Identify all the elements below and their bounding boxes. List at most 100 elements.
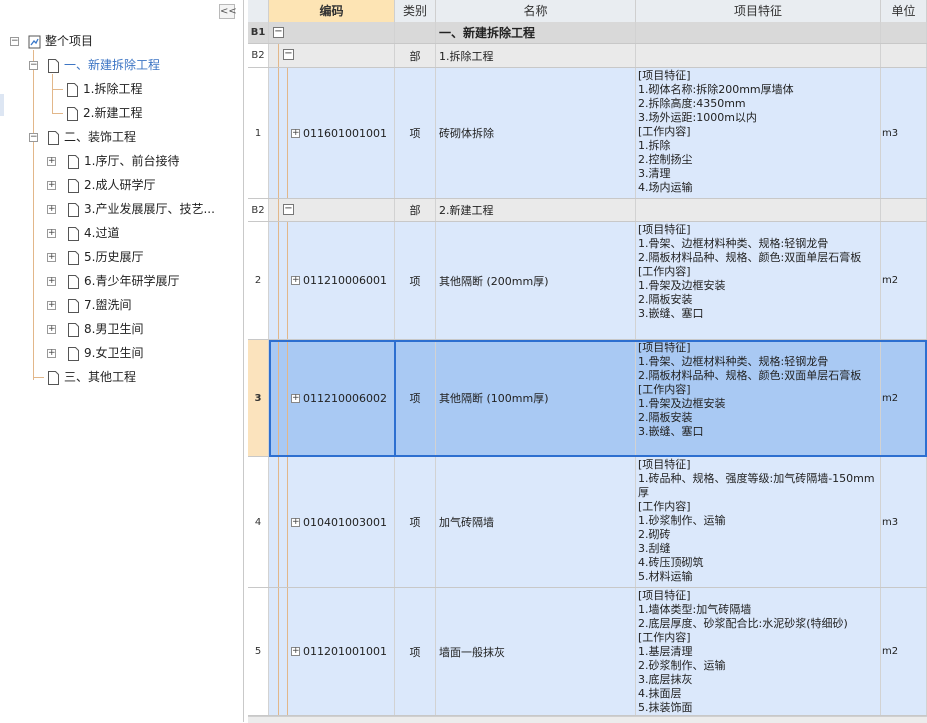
tree-node-lobby[interactable]: + 1.序厅、前台接待 xyxy=(47,149,179,173)
type-cell[interactable]: 项 xyxy=(395,222,436,339)
name-cell[interactable]: 其他隔断 (100mm厚) xyxy=(436,340,636,456)
tree-root[interactable]: − 整个项目 xyxy=(10,29,93,53)
feature-cell[interactable]: [项目特征] 1.砌体名称:拆除200mm厚墙体 2.拆除高度:4350mm 3.场外… xyxy=(636,68,881,198)
code-cell[interactable]: +011210006002 xyxy=(269,340,395,456)
header-unit[interactable]: 单位 xyxy=(881,0,927,22)
name-cell[interactable]: 墙面一般抹灰 xyxy=(436,588,636,715)
code-cell[interactable]: +011210006001 xyxy=(269,222,395,339)
code-cell[interactable]: +010401003001 xyxy=(269,457,395,587)
code-cell[interactable]: − xyxy=(269,44,395,67)
expand-toggle[interactable]: + xyxy=(291,128,300,138)
expand-toggle[interactable]: + xyxy=(47,181,56,190)
tree-node-new-demolition[interactable]: − 一、新建拆除工程 xyxy=(29,53,160,77)
tree-node-womens-restroom[interactable]: + 9.女卫生间 xyxy=(47,341,143,365)
unit-cell[interactable] xyxy=(881,22,927,43)
feature-cell[interactable] xyxy=(636,44,881,67)
table-row-selected[interactable]: 3 +011210006002 项 其他隔断 (100mm厚) [项目特征] 1.… xyxy=(248,340,927,457)
name-cell[interactable]: 其他隔断 (200mm厚) xyxy=(436,222,636,339)
unit-cell[interactable]: m2 xyxy=(881,222,927,339)
tree-node-youth-hall[interactable]: + 6.青少年研学展厅 xyxy=(47,269,179,293)
expand-toggle[interactable]: + xyxy=(291,647,300,656)
type-cell[interactable]: 项 xyxy=(395,588,436,715)
name-cell[interactable]: 加气砖隔墙 xyxy=(436,457,636,587)
type-cell[interactable]: 部 xyxy=(395,44,436,67)
tree-node-corridor[interactable]: + 4.过道 xyxy=(47,221,119,245)
header-code[interactable]: 编码 xyxy=(269,0,395,22)
tree-node-adult-study[interactable]: + 2.成人研学厅 xyxy=(47,173,155,197)
name-cell[interactable]: 1.拆除工程 xyxy=(436,44,636,67)
unit-cell[interactable]: m2 xyxy=(881,340,927,456)
table-row[interactable]: 1 +011601001001 项 砖砌体拆除 [项目特征] 1.砌体名称:拆除2… xyxy=(248,68,927,199)
collapse-panel-button[interactable]: << xyxy=(219,4,237,19)
table-row[interactable]: B2 − 部 2.新建工程 xyxy=(248,199,927,222)
feature-cell[interactable] xyxy=(636,199,881,221)
table-row[interactable]: 5 +011201001001 项 墙面一般抹灰 [项目特征] 1.墙体类型:加气… xyxy=(248,588,927,716)
code-cell[interactable]: +011601001001 xyxy=(269,68,395,198)
table-row[interactable]: B1 − 一、新建拆除工程 xyxy=(248,22,927,44)
expand-toggle[interactable]: + xyxy=(47,157,56,166)
expand-toggle[interactable]: + xyxy=(47,277,56,286)
name-cell[interactable]: 2.新建工程 xyxy=(436,199,636,221)
expand-toggle[interactable]: + xyxy=(47,349,56,358)
tree-node-label: 1.拆除工程 xyxy=(83,82,143,96)
table-row[interactable]: 2 +011210006001 项 其他隔断 (200mm厚) [项目特征] 1.… xyxy=(248,222,927,340)
tree-node-history-hall[interactable]: + 5.历史展厅 xyxy=(47,245,143,269)
tree-node-other[interactable]: 三、其他工程 xyxy=(47,365,136,389)
header-name[interactable]: 名称 xyxy=(436,0,636,22)
expand-toggle[interactable]: + xyxy=(47,301,56,310)
type-cell[interactable]: 部 xyxy=(395,199,436,221)
type-cell[interactable]: 项 xyxy=(395,68,436,198)
tree-node-mens-restroom[interactable]: + 8.男卫生间 xyxy=(47,317,143,341)
feature-line: 1.砌体名称:拆除200mm厚墙体 xyxy=(638,83,794,96)
expand-toggle[interactable]: + xyxy=(47,325,56,334)
unit-cell[interactable] xyxy=(881,44,927,67)
tree-connector xyxy=(287,588,288,715)
feature-cell[interactable] xyxy=(636,22,881,43)
header-feature[interactable]: 项目特征 xyxy=(636,0,881,22)
collapse-toggle[interactable]: − xyxy=(273,27,284,38)
table-row[interactable]: B2 − 部 1.拆除工程 xyxy=(248,44,927,68)
tree-node-washroom[interactable]: + 7.盥洗间 xyxy=(47,293,131,317)
code-cell[interactable]: − xyxy=(269,199,395,221)
type-cell[interactable]: 项 xyxy=(395,457,436,587)
item-code: 011210006001 xyxy=(303,274,387,287)
tree-node-label: 一、新建拆除工程 xyxy=(64,58,161,72)
document-icon xyxy=(68,322,79,337)
unit-cell[interactable]: m3 xyxy=(881,457,927,587)
expand-toggle[interactable]: + xyxy=(47,205,56,214)
feature-line: [工作内容] xyxy=(638,500,691,513)
row-number: B2 xyxy=(248,199,269,221)
collapse-toggle[interactable]: − xyxy=(283,49,294,60)
feature-cell[interactable]: [项目特征] 1.骨架、边框材料种类、规格:轻钢龙骨 2.隔板材料品种、规格、颜色:… xyxy=(636,340,881,456)
code-cell[interactable]: − xyxy=(269,22,395,43)
tree-node-decoration[interactable]: − 二、装饰工程 xyxy=(29,125,136,149)
expand-toggle[interactable]: + xyxy=(47,253,56,262)
feature-cell[interactable]: [项目特征] 1.墙体类型:加气砖隔墙 2.底层厚度、砂浆配合比:水泥砂浆(特细砂)… xyxy=(636,588,881,715)
collapse-toggle[interactable]: − xyxy=(29,61,38,70)
expand-toggle[interactable]: + xyxy=(291,276,300,285)
expand-toggle[interactable]: + xyxy=(291,517,300,527)
expand-toggle[interactable]: + xyxy=(47,229,56,238)
collapse-toggle[interactable]: − xyxy=(283,204,294,215)
unit-cell[interactable]: m3 xyxy=(881,68,927,198)
tree-connector xyxy=(278,340,279,456)
header-type[interactable]: 类别 xyxy=(395,0,436,22)
collapse-toggle[interactable]: − xyxy=(29,133,38,142)
feature-cell[interactable]: [项目特征] 1.骨架、边框材料种类、规格:轻钢龙骨 2.隔板材料品种、规格、颜色:… xyxy=(636,222,881,339)
unit-cell[interactable] xyxy=(881,199,927,221)
type-cell[interactable]: 项 xyxy=(395,340,436,456)
collapse-toggle[interactable]: − xyxy=(10,37,19,46)
type-cell[interactable] xyxy=(395,22,436,43)
name-cell[interactable]: 砖砌体拆除 xyxy=(436,68,636,198)
expand-toggle[interactable]: + xyxy=(291,393,300,403)
tree-node-new-build[interactable]: 2.新建工程 xyxy=(66,101,142,125)
unit-cell[interactable]: m2 xyxy=(881,588,927,715)
name-cell[interactable]: 一、新建拆除工程 xyxy=(436,22,636,43)
tree-node-industry-hall[interactable]: + 3.产业发展展厅、技艺... xyxy=(47,197,215,221)
table-row[interactable]: 4 +010401003001 项 加气砖隔墙 [项目特征] 1.砖品种、规格、强… xyxy=(248,457,927,588)
feature-cell[interactable]: [项目特征] 1.砖品种、规格、强度等级:加气砖隔墙-150mm厚 [工作内容] 1.… xyxy=(636,457,881,587)
feature-line: 2.底层厚度、砂浆配合比:水泥砂浆(特细砂) xyxy=(638,617,848,630)
feature-line: 2.隔板材料品种、规格、颜色:双面单层石膏板 xyxy=(638,251,862,264)
tree-node-demolition[interactable]: 1.拆除工程 xyxy=(66,77,142,101)
code-cell[interactable]: +011201001001 xyxy=(269,588,395,715)
